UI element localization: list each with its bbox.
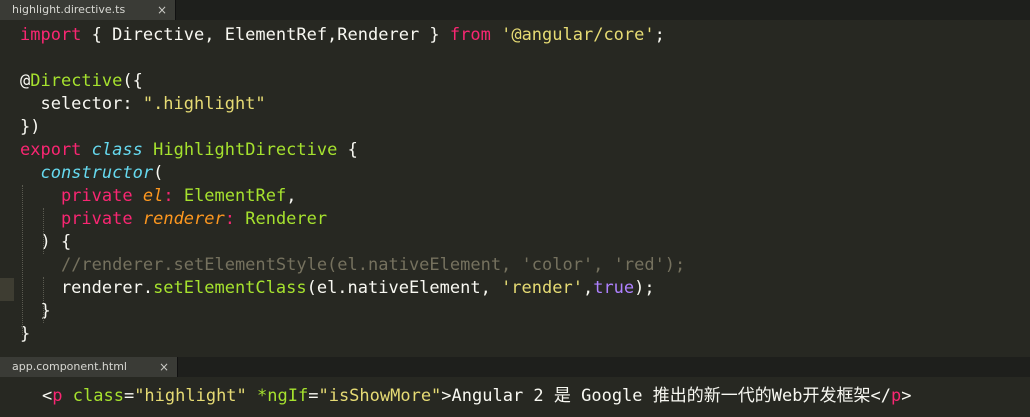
editor-tabbar-top: highlight.directive.ts ×	[0, 0, 1030, 20]
token-plain: (	[153, 163, 164, 183]
code-editor-ts[interactable]: import { Directive, ElementRef,Renderer …	[0, 20, 1030, 350]
code-line-13: }	[0, 300, 1030, 323]
token-punct: >	[901, 386, 912, 406]
token-tag: p	[890, 386, 902, 406]
indent-guide	[43, 277, 45, 323]
token-storage: class	[91, 140, 143, 160]
token-plain: {	[337, 140, 358, 160]
token-tag: p	[52, 386, 63, 406]
code-line-3: @Directive({	[0, 70, 1030, 93]
token-operator: :	[163, 186, 184, 206]
token-plain: ;	[654, 25, 665, 45]
token-plain: }	[20, 301, 51, 321]
token-type: ElementRef	[183, 186, 287, 206]
code-line-7: constructor(	[0, 162, 1030, 185]
code-line-14: }	[0, 323, 1030, 346]
token-plain: @	[20, 71, 31, 91]
code-line-12: renderer.setElementClass(el.nativeElemen…	[0, 277, 1030, 300]
token-operator: :	[224, 209, 246, 229]
code-line-1: import { Directive, ElementRef,Renderer …	[0, 24, 1030, 47]
tab-highlight-directive[interactable]: highlight.directive.ts ×	[0, 0, 176, 20]
token-keyword: private	[60, 209, 133, 229]
code-editor-html-line[interactable]: <p class="highlight" *ngIf="isShowMore">…	[0, 383, 1030, 409]
token-plain: renderer.	[20, 278, 154, 298]
editor-tabbar-bottom: app.component.html ×	[0, 357, 1030, 377]
tab-app-component[interactable]: app.component.html ×	[0, 357, 178, 377]
token-plain: selector:	[20, 94, 143, 114]
token-plain: );	[634, 278, 655, 298]
code-line-5: })	[0, 116, 1030, 139]
token-keyword: from	[449, 25, 491, 45]
token-keyword: export	[20, 140, 82, 160]
token-plain: (el.nativeElement,	[306, 278, 502, 298]
token-string: "isShowMore"	[318, 386, 442, 406]
token-comment: //renderer.setElementStyle(el.nativeElem…	[60, 255, 686, 275]
token-string: "highlight"	[134, 386, 247, 406]
token-punct: <	[42, 386, 53, 406]
tab-label: app.component.html	[12, 360, 127, 373]
code-line-9: private renderer: Renderer	[0, 208, 1030, 231]
token-keyword: import	[20, 25, 82, 45]
close-icon[interactable]: ×	[157, 0, 167, 20]
token-storage: constructor	[40, 163, 154, 183]
token-string: ".highlight"	[142, 94, 266, 114]
token-plain: { Directive, ElementRef,Renderer }	[81, 25, 450, 45]
token-plain: ({	[122, 71, 143, 91]
token-keyword: private	[60, 186, 133, 206]
token-plain: =	[308, 386, 319, 406]
token-type: Renderer	[245, 209, 328, 229]
token-string: 'render'	[501, 278, 583, 298]
token-parameter: el	[142, 186, 164, 206]
token-plain: =	[123, 386, 135, 406]
token-decorator: Directive	[30, 71, 123, 91]
token-plain: })	[20, 117, 41, 137]
token-class-name: HighlightDirective	[153, 140, 338, 160]
code-line-8: private el: ElementRef,	[0, 185, 1030, 208]
token-plain: ,	[286, 186, 297, 206]
token-parameter: renderer	[142, 209, 225, 229]
close-icon[interactable]: ×	[159, 357, 169, 377]
tab-label: highlight.directive.ts	[12, 3, 126, 16]
token-attribute: class	[72, 386, 124, 406]
code-line-10: ) {	[0, 231, 1030, 254]
token-text: >Angular 2 是 Google 推出的新一代的Web开发框架</	[441, 386, 891, 406]
token-string: '@angular/core'	[501, 25, 655, 45]
indent-guide	[43, 208, 45, 254]
token-plain: ) {	[20, 232, 72, 252]
token-function-call: setElementClass	[153, 278, 307, 298]
code-line-6: export class HighlightDirective {	[0, 139, 1030, 162]
code-line-11: //renderer.setElementStyle(el.nativeElem…	[0, 254, 1030, 277]
token-plain: ,	[582, 278, 594, 298]
token-constant: true	[593, 278, 635, 298]
token-attribute: *ngIf	[257, 386, 309, 406]
indent-guide	[22, 185, 24, 335]
code-line-4: selector: ".highlight"	[0, 93, 1030, 116]
